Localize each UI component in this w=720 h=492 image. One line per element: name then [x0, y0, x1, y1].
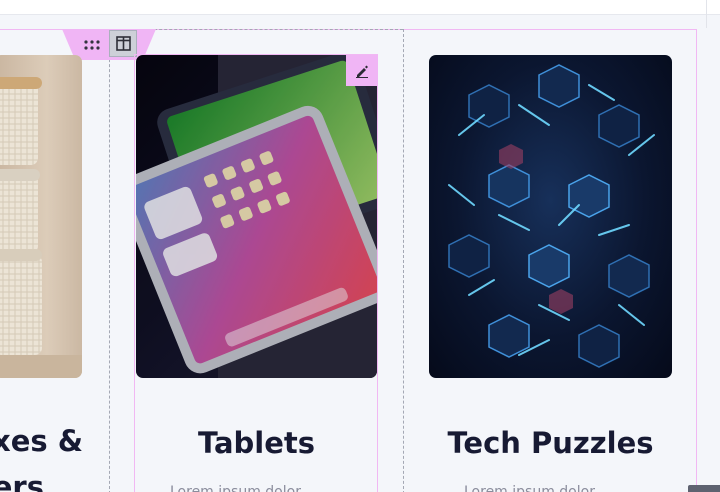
card-description: Lorem ipsum dolor — [464, 484, 595, 492]
card-title: xes & — [0, 424, 84, 458]
card-description: Lorem ipsum dolor — [170, 484, 301, 492]
grip-dots-icon[interactable] — [80, 35, 104, 55]
puzzle-image — [429, 55, 672, 378]
storage-boxes-image — [0, 55, 82, 378]
corner-widget[interactable] — [688, 485, 720, 492]
card-title: Tablets — [197, 426, 316, 460]
top-bar — [0, 0, 720, 15]
divider — [706, 0, 707, 28]
pencil-icon[interactable] — [346, 55, 378, 86]
columns-icon[interactable] — [109, 30, 137, 57]
card-title: ers — [0, 470, 44, 492]
column-guide — [109, 29, 110, 492]
tablet-image — [136, 55, 377, 378]
card-title: Tech Puzzles — [447, 426, 654, 460]
column-guide — [403, 29, 404, 492]
